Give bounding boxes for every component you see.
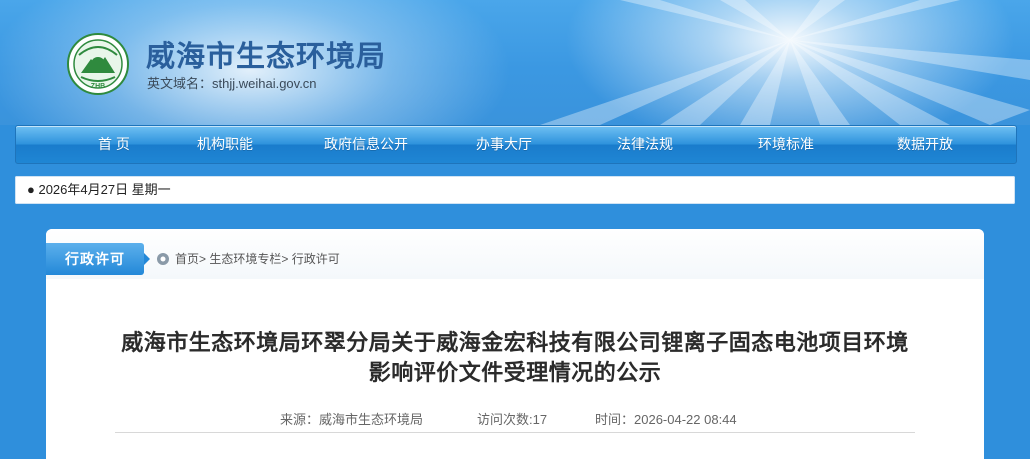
- article-title: 威海市生态环境局环翠分局关于威海金宏科技有限公司锂离子固态电池项目环境 影响评价…: [60, 328, 970, 388]
- article-visits: 访问次数:17: [477, 412, 548, 427]
- article-time: 时间：2026-04-22 08:44: [595, 412, 737, 427]
- site-header: ZHB 威海市生态环境局 英文域名：sthjj.weihai.gov.cn: [0, 0, 1030, 125]
- nav-item-functions[interactable]: 机构职能: [165, 126, 285, 163]
- nav-item-open-data[interactable]: 数据开放: [865, 126, 985, 163]
- tab-arrow-icon: [144, 253, 150, 265]
- breadcrumb-separator: >: [281, 252, 292, 266]
- breadcrumb-home[interactable]: 首页: [175, 252, 199, 266]
- breadcrumb-current[interactable]: 行政许可: [292, 252, 340, 266]
- article-title-line2: 影响评价文件受理情况的公示: [368, 360, 662, 386]
- current-date: ● 2026年4月27日 星期一: [27, 182, 171, 197]
- logo-icon: ZHB: [67, 33, 129, 95]
- nav-item-service-hall[interactable]: 办事大厅: [444, 126, 564, 163]
- nav-item-standards[interactable]: 环境标准: [726, 126, 846, 163]
- article-source: 来源：威海市生态环境局: [280, 412, 424, 427]
- breadcrumb-separator: >: [199, 252, 210, 266]
- logo-text: ZHB: [91, 83, 105, 90]
- article-title-line1: 威海市生态环境局环翠分局关于威海金宏科技有限公司锂离子固态电池项目环境: [121, 330, 909, 356]
- meta-divider: [115, 432, 915, 433]
- nav-item-home[interactable]: 首 页: [54, 126, 174, 163]
- nav-item-laws[interactable]: 法律法规: [585, 126, 705, 163]
- location-icon: [157, 253, 169, 265]
- site-domain: 英文域名：sthjj.weihai.gov.cn: [147, 76, 317, 91]
- main-nav: 首 页 机构职能 政府信息公开 办事大厅 法律法规 环境标准 数据开放: [15, 125, 1017, 164]
- site-title: 威海市生态环境局: [146, 41, 387, 73]
- section-tab[interactable]: 行政许可: [46, 243, 144, 275]
- breadcrumb-eco-column[interactable]: 生态环境专栏: [209, 252, 281, 266]
- nav-item-gov-info[interactable]: 政府信息公开: [306, 126, 426, 163]
- breadcrumb: 首页> 生态环境专栏> 行政许可: [175, 250, 340, 268]
- date-bar: ● 2026年4月27日 星期一: [15, 176, 1015, 204]
